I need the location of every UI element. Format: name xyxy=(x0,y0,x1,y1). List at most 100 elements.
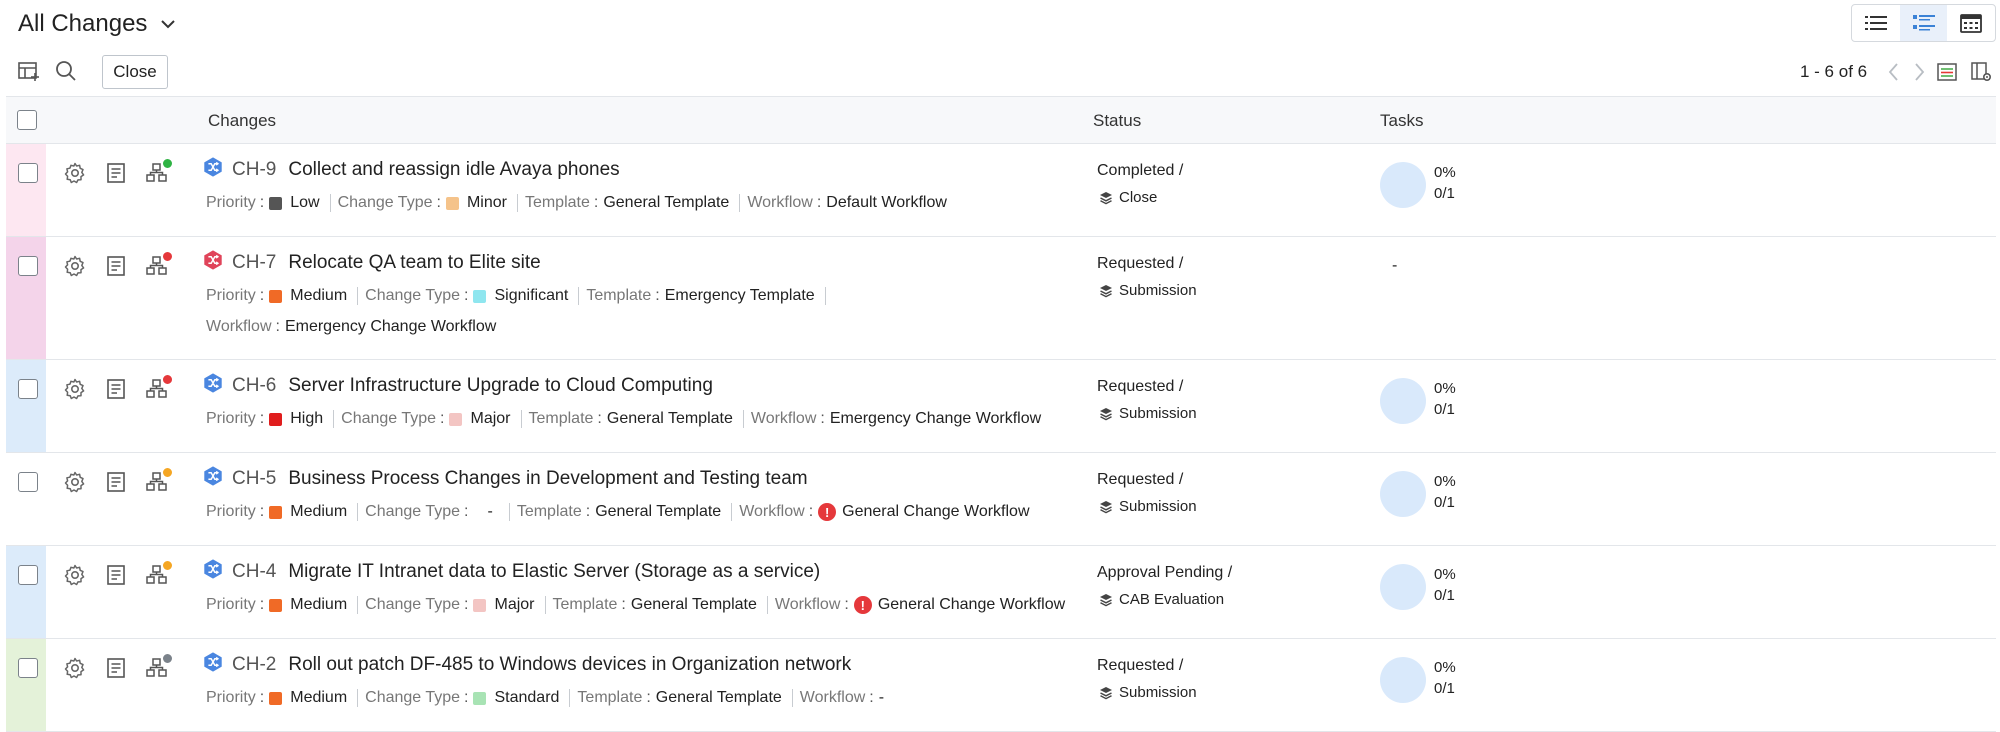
change-title[interactable]: Migrate IT Intranet data to Elastic Serv… xyxy=(288,561,820,583)
row-checkbox[interactable] xyxy=(18,565,38,585)
meta-separator xyxy=(329,194,331,212)
column-settings-icon xyxy=(1971,62,1992,82)
meta-separator xyxy=(739,194,741,212)
row-settings-button[interactable] xyxy=(63,656,87,680)
row-notes-button[interactable] xyxy=(104,161,128,185)
row-workflow-button[interactable] xyxy=(145,467,173,494)
row-color-strip xyxy=(6,453,46,545)
row-notes-button[interactable] xyxy=(104,563,128,587)
change-title[interactable]: Collect and reassign idle Avaya phones xyxy=(288,159,619,181)
priority-label: Priority xyxy=(206,410,256,427)
meta-separator xyxy=(357,689,359,707)
status-value: Requested / xyxy=(1097,378,1184,395)
row-settings-button[interactable] xyxy=(63,254,87,278)
change_type-value: Major xyxy=(494,596,535,613)
normal-change-icon xyxy=(202,372,232,400)
meta-separator xyxy=(766,596,768,614)
row-workflow-button[interactable] xyxy=(145,653,173,680)
row-workflow-button[interactable] xyxy=(145,251,173,278)
detailed-list-view-button[interactable] xyxy=(1899,5,1948,41)
task-count: 0/1 xyxy=(1434,401,1455,418)
change-title[interactable]: Business Process Changes in Development … xyxy=(288,468,807,490)
row-checkbox[interactable] xyxy=(18,472,38,492)
stage-label: Submission xyxy=(1119,684,1197,701)
table-row[interactable]: CH-6 Server Infrastructure Upgrade to Clo… xyxy=(6,360,1996,453)
priority-swatch xyxy=(269,691,283,705)
change-id[interactable]: CH-6 xyxy=(232,375,276,397)
priority-swatch xyxy=(269,505,283,519)
change-title-line: CH-9 Collect and reassign idle Avaya phon… xyxy=(202,156,620,184)
close-button[interactable]: Close xyxy=(102,55,168,89)
row-settings-button[interactable] xyxy=(63,470,87,494)
note-icon xyxy=(104,565,128,591)
column-settings-button[interactable] xyxy=(1968,60,1994,84)
row-settings-button[interactable] xyxy=(63,161,87,185)
stage-value: Submission xyxy=(1099,684,1197,701)
list-view-button[interactable] xyxy=(1852,5,1900,41)
meta-separator xyxy=(569,689,571,707)
priority-value: High xyxy=(290,410,324,427)
table-row[interactable]: CH-7 Relocate QA team to Elite site Priori… xyxy=(6,237,1996,360)
previous-page-button[interactable] xyxy=(1883,60,1905,84)
row-workflow-button[interactable] xyxy=(145,374,173,401)
workflow-label: Workflow xyxy=(739,503,805,520)
calendar-view-button[interactable] xyxy=(1947,5,1995,41)
meta-line: Priority: Medium Change Type: Standard Templ… xyxy=(206,689,885,707)
table-row[interactable]: CH-4 Migrate IT Intranet data to Elastic … xyxy=(6,546,1996,639)
task-count: 0/1 xyxy=(1434,494,1455,511)
template-value: General Template xyxy=(595,503,722,520)
row-checkbox[interactable] xyxy=(18,256,38,276)
change-id[interactable]: CH-2 xyxy=(232,654,276,676)
change-id[interactable]: CH-9 xyxy=(232,159,276,181)
stage-layers-icon xyxy=(1100,407,1112,420)
row-checkbox[interactable] xyxy=(18,163,38,183)
template-value: General Template xyxy=(603,194,730,211)
normal-change-icon xyxy=(202,156,232,184)
next-page-button[interactable] xyxy=(1908,60,1930,84)
stage-label: Submission xyxy=(1119,405,1197,422)
meta-line: Workflow: Emergency Change Workflow xyxy=(206,318,497,335)
spreadsheet-icon xyxy=(1937,63,1957,81)
row-settings-button[interactable] xyxy=(63,563,87,587)
export-button[interactable] xyxy=(1936,60,1958,84)
gear-icon xyxy=(63,657,87,684)
meta-line: Priority: Medium Change Type: Major Template… xyxy=(206,596,1066,614)
change-id[interactable]: CH-7 xyxy=(232,252,276,274)
workflow-status-badge xyxy=(162,560,173,571)
template-label: Template xyxy=(577,689,643,706)
change_type-label: Change Type xyxy=(365,689,461,706)
status-value: Completed / xyxy=(1097,162,1184,179)
status-value: Requested / xyxy=(1097,255,1184,272)
select-all-checkbox[interactable] xyxy=(17,110,37,130)
row-workflow-button[interactable] xyxy=(145,158,173,185)
row-notes-button[interactable] xyxy=(104,377,128,401)
column-header-status: Status xyxy=(1093,111,1142,130)
add-column-button[interactable] xyxy=(16,58,42,84)
table-add-icon xyxy=(18,62,39,81)
row-notes-button[interactable] xyxy=(104,470,128,494)
workflow-status-badge xyxy=(162,158,173,169)
change_type-value: Major xyxy=(470,410,511,427)
row-workflow-button[interactable] xyxy=(145,560,173,587)
template-value: Emergency Template xyxy=(664,287,815,304)
table-row[interactable]: CH-5 Business Process Changes in Developm… xyxy=(6,453,1996,546)
change-id[interactable]: CH-5 xyxy=(232,468,276,490)
table-header: Changes Status Tasks xyxy=(6,96,1996,144)
table-row[interactable]: CH-9 Collect and reassign idle Avaya phon… xyxy=(6,144,1996,237)
row-checkbox[interactable] xyxy=(18,379,38,399)
view-selector[interactable]: All Changes xyxy=(18,10,177,38)
chevron-down-icon xyxy=(161,20,176,29)
row-notes-button[interactable] xyxy=(104,254,128,278)
change-title[interactable]: Roll out patch DF-485 to Windows devices… xyxy=(288,654,851,676)
change-title[interactable]: Server Infrastructure Upgrade to Cloud C… xyxy=(288,375,713,397)
row-checkbox[interactable] xyxy=(18,658,38,678)
change-id[interactable]: CH-4 xyxy=(232,561,276,583)
row-notes-button[interactable] xyxy=(104,656,128,680)
priority-swatch xyxy=(269,598,283,612)
row-settings-button[interactable] xyxy=(63,377,87,401)
change-title[interactable]: Relocate QA team to Elite site xyxy=(288,252,540,274)
workflow-status-badge xyxy=(162,374,173,385)
change-title-line: CH-5 Business Process Changes in Developm… xyxy=(202,465,808,493)
search-button[interactable] xyxy=(53,58,79,84)
table-row[interactable]: CH-2 Roll out patch DF-485 to Windows dev… xyxy=(6,639,1996,732)
